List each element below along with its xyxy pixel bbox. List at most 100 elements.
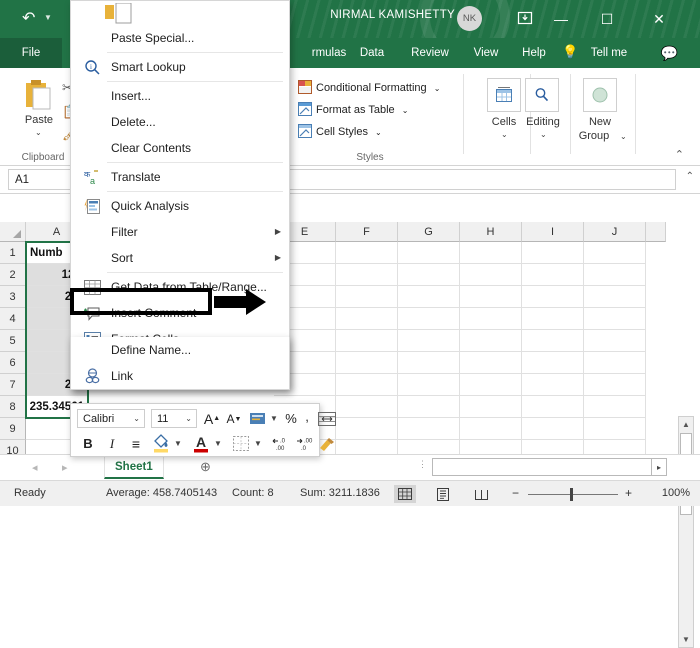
context-item-filter[interactable]: Filter ▶ (71, 219, 289, 245)
context-item-clear-contents[interactable]: Clear Contents (71, 135, 289, 161)
cell-styles-caret-icon[interactable]: ⌄ (375, 128, 382, 137)
cell-f3[interactable] (336, 286, 398, 308)
context-item-define-name[interactable]: Define Name... (71, 337, 289, 363)
row-header-7[interactable]: 7 (0, 374, 26, 396)
cell-f5[interactable] (336, 330, 398, 352)
percent-style-button[interactable]: % (283, 409, 299, 428)
collapse-ribbon-button[interactable]: ⌃ (675, 148, 684, 161)
new-group-label-line1[interactable]: New (575, 116, 625, 128)
context-item-smart-lookup[interactable]: i Smart Lookup (71, 54, 289, 80)
cell-h2[interactable] (460, 264, 522, 286)
paste-dropdown-caret-icon[interactable]: ⌄ (35, 128, 42, 137)
cells-icon[interactable] (487, 78, 521, 112)
new-group-label-line2[interactable]: Group (569, 130, 619, 142)
row-header-8[interactable]: 8 (0, 396, 26, 418)
row-header-5[interactable]: 5 (0, 330, 26, 352)
context-item-paste-special[interactable]: Paste Special... (71, 25, 289, 51)
zoom-level-label[interactable]: 100% (662, 487, 690, 499)
cell-g6[interactable] (398, 352, 460, 374)
cell-g2[interactable] (398, 264, 460, 286)
tab-help[interactable]: Help (512, 38, 556, 68)
column-header-f[interactable]: F (336, 222, 398, 242)
column-header-j[interactable]: J (584, 222, 646, 242)
next-sheet-button[interactable]: ▸ (62, 461, 68, 474)
decrease-decimal-button[interactable]: .00 .0 (293, 434, 315, 453)
scroll-up-icon[interactable]: ▲ (679, 417, 693, 432)
conditional-formatting-button[interactable]: Conditional Formatting ⌄ (298, 80, 440, 94)
cell-f2[interactable] (336, 264, 398, 286)
cell-i5[interactable] (522, 330, 584, 352)
horizontal-scrollbar[interactable] (432, 458, 667, 476)
cell-styles-button[interactable]: Cell Styles ⌄ (298, 124, 382, 138)
cell-i6[interactable] (522, 352, 584, 374)
cell-i4[interactable] (522, 308, 584, 330)
context-item-sort[interactable]: Sort ▶ (71, 245, 289, 271)
cell-g9[interactable] (398, 418, 460, 440)
sheet-tab-sheet1[interactable]: Sheet1 (104, 457, 164, 479)
cell-i8[interactable] (522, 396, 584, 418)
cell-i7[interactable] (522, 374, 584, 396)
cell-g5[interactable] (398, 330, 460, 352)
cell-g1[interactable] (398, 242, 460, 264)
format-as-table-caret-icon[interactable]: ⌄ (402, 106, 409, 115)
avatar[interactable]: NK (457, 6, 482, 31)
column-header-g[interactable]: G (398, 222, 460, 242)
font-color-caret-icon[interactable]: ▼ (213, 436, 223, 450)
editing-label[interactable]: Editing (518, 116, 568, 128)
status-count[interactable]: Count: 8 (232, 487, 274, 499)
format-as-table-button[interactable]: Format as Table ⌄ (298, 102, 408, 116)
scroll-right-button[interactable]: ▸ (651, 458, 667, 476)
borders-caret-icon[interactable]: ▼ (253, 436, 263, 450)
editing-find-icon[interactable] (525, 78, 559, 112)
format-painter-button[interactable] (317, 434, 337, 453)
cell-j7[interactable] (584, 374, 646, 396)
cell-j4[interactable] (584, 308, 646, 330)
add-sheet-button[interactable]: ⊕ (200, 459, 211, 475)
cell-h1[interactable] (460, 242, 522, 264)
cell-i9[interactable] (522, 418, 584, 440)
undo-icon[interactable]: ↶ (22, 8, 35, 28)
increase-decimal-button[interactable]: .0 .00 (269, 434, 291, 453)
cell-j6[interactable] (584, 352, 646, 374)
conditional-formatting-caret-icon[interactable]: ⌄ (434, 84, 441, 93)
maximize-button[interactable]: ☐ (584, 0, 630, 38)
context-item-quick-analysis[interactable]: Quick Analysis (71, 193, 289, 219)
select-all-corner[interactable] (0, 222, 26, 242)
context-item-link[interactable]: Link (71, 363, 289, 389)
page-layout-view-icon[interactable] (432, 485, 454, 503)
cell-h9[interactable] (460, 418, 522, 440)
decrease-font-size-button[interactable]: A ▼ (225, 410, 243, 428)
status-sum[interactable]: Sum: 3211.1836 (300, 487, 380, 499)
increase-font-size-button[interactable]: A ▲ (203, 409, 221, 428)
tab-tell-me[interactable]: Tell me (578, 38, 640, 68)
comments-icon[interactable]: 💬 (661, 45, 678, 62)
scroll-down-icon[interactable]: ▼ (679, 632, 693, 647)
font-color-button[interactable]: A (191, 432, 211, 453)
cell-h3[interactable] (460, 286, 522, 308)
tab-view[interactable]: View (462, 38, 510, 68)
context-item-insert[interactable]: Insert... (71, 83, 289, 109)
new-group-caret-icon[interactable]: ⌄ (620, 132, 627, 141)
zoom-in-button[interactable]: + (625, 486, 632, 500)
tab-file[interactable]: File (0, 38, 62, 68)
cell-g7[interactable] (398, 374, 460, 396)
font-size-combobox[interactable]: 11 ⌄ (151, 409, 197, 428)
minimize-button[interactable]: — (538, 0, 584, 38)
zoom-slider-track[interactable] (528, 494, 618, 495)
column-header-i[interactable]: I (522, 222, 584, 242)
tab-review[interactable]: Review (400, 38, 460, 68)
page-break-preview-icon[interactable] (470, 485, 492, 503)
paste-icon[interactable] (22, 78, 56, 112)
cell-h8[interactable] (460, 396, 522, 418)
cell-i3[interactable] (522, 286, 584, 308)
cell-f7[interactable] (336, 374, 398, 396)
vertical-scrollbar[interactable]: ▲ ▼ (678, 416, 694, 648)
row-header-4[interactable]: 4 (0, 308, 26, 330)
center-align-button[interactable]: ≡ (127, 434, 145, 453)
cell-g8[interactable] (398, 396, 460, 418)
column-header-h[interactable]: H (460, 222, 522, 242)
merge-center-button[interactable] (317, 409, 337, 428)
cell-h5[interactable] (460, 330, 522, 352)
ribbon-display-options-icon[interactable] (516, 9, 534, 27)
accounting-number-format-icon[interactable] (247, 409, 267, 428)
